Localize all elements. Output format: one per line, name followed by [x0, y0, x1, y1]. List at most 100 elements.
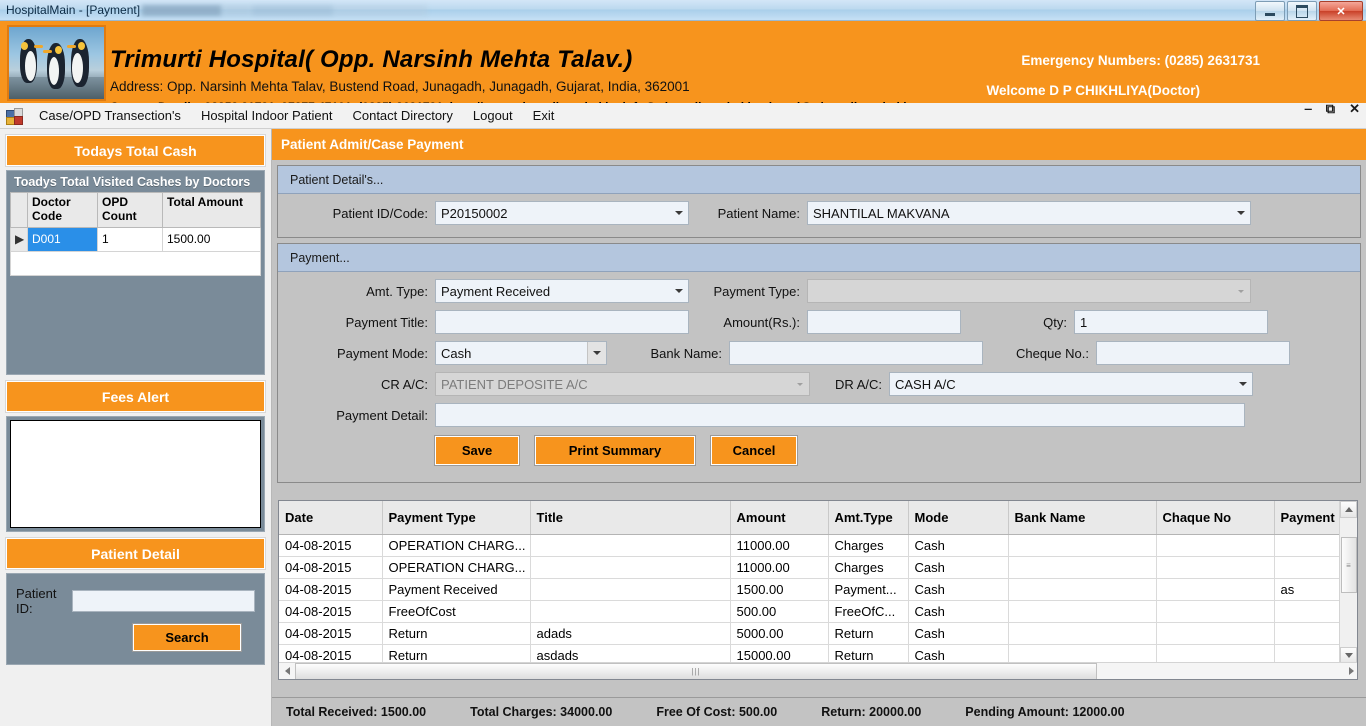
- window-minimize-button[interactable]: [1255, 1, 1285, 21]
- qty-input[interactable]: 1: [1074, 310, 1268, 334]
- payment-type-combobox[interactable]: [807, 279, 1251, 303]
- cell-chaque-no[interactable]: [1156, 534, 1275, 557]
- cell-mode[interactable]: Cash: [908, 556, 1009, 579]
- cell-bank-name[interactable]: [1008, 556, 1157, 579]
- dr-ac-combobox[interactable]: CASH A/C: [889, 372, 1253, 396]
- cell-title[interactable]: [530, 600, 731, 623]
- cell-amount[interactable]: 500.00: [730, 600, 829, 623]
- cell-payment[interactable]: [1274, 534, 1343, 557]
- chevron-down-icon[interactable]: [587, 342, 606, 364]
- table-row[interactable]: 04-08-2015 OPERATION CHARG... 11000.00 C…: [279, 556, 1343, 579]
- cell-amount[interactable]: 11000.00: [730, 556, 829, 579]
- cell-date[interactable]: 04-08-2015: [279, 556, 383, 579]
- cell-amount[interactable]: 1500.00: [730, 578, 829, 601]
- amt-type-combobox[interactable]: Payment Received: [435, 279, 689, 303]
- cell-payment[interactable]: [1274, 622, 1343, 645]
- column-header-payment[interactable]: Payment: [1274, 501, 1343, 535]
- cell-mode[interactable]: Cash: [908, 578, 1009, 601]
- cell-amt-type[interactable]: FreeOfC...: [828, 600, 909, 623]
- scroll-left-arrow-icon[interactable]: [279, 663, 295, 679]
- fees-alert-list[interactable]: [10, 420, 261, 528]
- cell-bank-name[interactable]: [1008, 622, 1157, 645]
- cell-opd-count[interactable]: 1: [97, 226, 163, 252]
- cell-doctor-code[interactable]: D001: [27, 226, 98, 252]
- window-close-button[interactable]: ✕: [1319, 1, 1363, 21]
- cell-title[interactable]: [530, 534, 731, 557]
- column-header-mode[interactable]: Mode: [908, 501, 1009, 535]
- cell-mode[interactable]: Cash: [908, 534, 1009, 557]
- chevron-down-icon[interactable]: [791, 373, 809, 395]
- cell-date[interactable]: 04-08-2015: [279, 600, 383, 623]
- cell-total-amount[interactable]: 1500.00: [162, 226, 261, 252]
- cell-chaque-no[interactable]: [1156, 578, 1275, 601]
- cell-payment-type[interactable]: Payment Received: [382, 578, 531, 601]
- column-header-payment-type[interactable]: Payment Type: [382, 501, 531, 535]
- chevron-down-icon[interactable]: [670, 202, 688, 224]
- column-header-total-amount[interactable]: Total Amount: [162, 192, 261, 228]
- chevron-down-icon[interactable]: [670, 280, 688, 302]
- cell-date[interactable]: 04-08-2015: [279, 534, 383, 557]
- chevron-down-icon[interactable]: [1232, 280, 1250, 302]
- payment-mode-combobox[interactable]: Cash: [435, 341, 607, 365]
- window-title-bar[interactable]: HospitalMain - [Payment] ✕: [0, 0, 1366, 21]
- amount-input[interactable]: [807, 310, 961, 334]
- column-header-doctor-code[interactable]: Doctor Code: [27, 192, 98, 228]
- cell-payment-type[interactable]: FreeOfCost: [382, 600, 531, 623]
- chevron-down-icon[interactable]: [1232, 202, 1250, 224]
- cell-title[interactable]: adads: [530, 622, 731, 645]
- table-row[interactable]: 04-08-2015 FreeOfCost 500.00 FreeOfC... …: [279, 600, 1343, 623]
- table-row[interactable]: 04-08-2015 OPERATION CHARG... 11000.00 C…: [279, 534, 1343, 557]
- cr-ac-combobox[interactable]: PATIENT DEPOSITE A/C: [435, 372, 810, 396]
- cell-payment[interactable]: as: [1274, 578, 1343, 601]
- cell-payment-type[interactable]: Return: [382, 622, 531, 645]
- patient-id-input[interactable]: [72, 590, 255, 612]
- cell-amount[interactable]: 5000.00: [730, 622, 829, 645]
- table-row[interactable]: ▶ D001 1 1500.00: [10, 226, 261, 252]
- grid-vertical-scrollbar[interactable]: ≡: [1339, 501, 1357, 664]
- cell-amt-type[interactable]: Charges: [828, 534, 909, 557]
- cell-bank-name[interactable]: [1008, 534, 1157, 557]
- column-header-title[interactable]: Title: [530, 501, 731, 535]
- print-summary-button[interactable]: Print Summary: [534, 435, 696, 466]
- cheque-no-input[interactable]: [1096, 341, 1290, 365]
- cell-amount[interactable]: 11000.00: [730, 534, 829, 557]
- payment-history-grid[interactable]: Date Payment Type Title Amount Amt.Type …: [278, 500, 1358, 680]
- menu-item-logout[interactable]: Logout: [463, 104, 523, 127]
- cell-amt-type[interactable]: Return: [828, 622, 909, 645]
- cell-amt-type[interactable]: Payment...: [828, 578, 909, 601]
- cell-title[interactable]: [530, 578, 731, 601]
- search-button[interactable]: Search: [132, 623, 242, 652]
- column-header-bank-name[interactable]: Bank Name: [1008, 501, 1157, 535]
- cell-payment[interactable]: [1274, 556, 1343, 579]
- column-header-date[interactable]: Date: [279, 501, 383, 535]
- payment-detail-input[interactable]: [435, 403, 1245, 427]
- cell-payment-type[interactable]: OPERATION CHARG...: [382, 556, 531, 579]
- table-row[interactable]: 04-08-2015 Return adads 5000.00 Return C…: [279, 622, 1343, 645]
- menu-item-hospital-indoor-patient[interactable]: Hospital Indoor Patient: [191, 104, 343, 127]
- cell-mode[interactable]: Cash: [908, 600, 1009, 623]
- cell-payment[interactable]: [1274, 600, 1343, 623]
- cell-bank-name[interactable]: [1008, 600, 1157, 623]
- payment-title-input[interactable]: [435, 310, 689, 334]
- table-row[interactable]: 04-08-2015 Payment Received 1500.00 Paym…: [279, 578, 1343, 601]
- column-header-chaque-no[interactable]: Chaque No: [1156, 501, 1275, 535]
- patient-name-combobox[interactable]: SHANTILAL MAKVANA: [807, 201, 1251, 225]
- row-selector-arrow-icon[interactable]: ▶: [10, 226, 28, 252]
- patient-id-code-combobox[interactable]: P20150002: [435, 201, 689, 225]
- vertical-scrollbar-thumb[interactable]: ≡: [1341, 537, 1357, 593]
- cell-chaque-no[interactable]: [1156, 556, 1275, 579]
- mdi-restore-icon[interactable]: ⧉: [1326, 102, 1335, 115]
- cell-chaque-no[interactable]: [1156, 600, 1275, 623]
- window-restore-button[interactable]: [1287, 1, 1317, 21]
- cell-mode[interactable]: Cash: [908, 622, 1009, 645]
- cell-date[interactable]: 04-08-2015: [279, 578, 383, 601]
- menu-item-case-opd-transections[interactable]: Case/OPD Transection's: [29, 104, 191, 127]
- bank-name-input[interactable]: [729, 341, 983, 365]
- cell-amt-type[interactable]: Charges: [828, 556, 909, 579]
- save-button[interactable]: Save: [434, 435, 520, 466]
- cell-chaque-no[interactable]: [1156, 622, 1275, 645]
- cell-title[interactable]: [530, 556, 731, 579]
- doctor-cash-grid[interactable]: Doctor Code OPD Count Total Amount ▶ D00…: [10, 192, 261, 276]
- column-header-opd-count[interactable]: OPD Count: [97, 192, 163, 228]
- mdi-close-icon[interactable]: ✕: [1349, 102, 1360, 115]
